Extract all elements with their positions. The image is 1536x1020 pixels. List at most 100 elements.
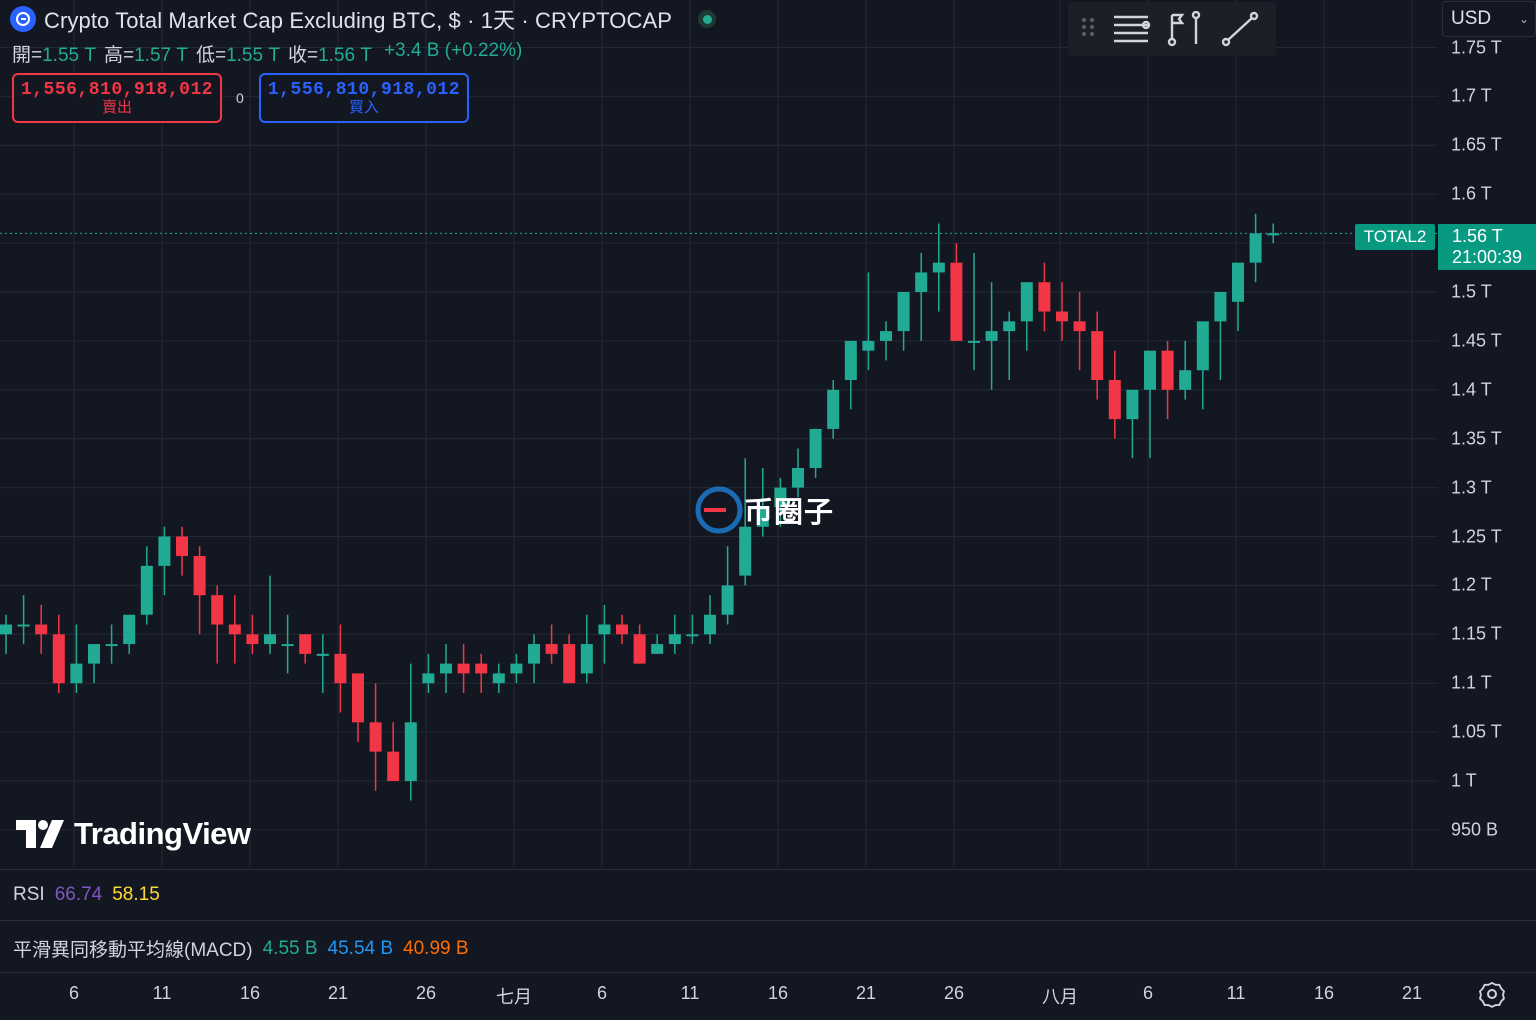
candle — [633, 624, 646, 664]
candle — [1056, 282, 1068, 341]
candle — [915, 252, 928, 341]
settings-gear-icon[interactable] — [1478, 980, 1506, 1008]
candle — [1038, 262, 1051, 332]
macd-legend[interactable]: 平滑異同移動平均線(MACD) 4.55 B 45.54 B 40.99 B — [13, 935, 469, 962]
rsi-legend[interactable]: RSI 66.74 58.15 — [13, 884, 160, 906]
buy-button[interactable]: 1,556,810,918,012 買入 — [259, 73, 469, 123]
candle-body — [862, 340, 875, 351]
price-scale-label: 1.5 T — [1451, 281, 1492, 302]
candle-body — [176, 536, 188, 557]
candle — [1214, 292, 1227, 381]
time-axis-label: 11 — [1226, 983, 1246, 1003]
candle — [545, 624, 558, 664]
symbol-label: TOTAL2 — [1355, 224, 1435, 250]
sell-button[interactable]: 1,556,810,918,012 賣出 — [12, 73, 222, 123]
candle — [387, 722, 400, 781]
candle-body — [1038, 282, 1051, 312]
candle — [968, 252, 980, 371]
spread-value: 0 — [236, 90, 244, 106]
watermark-logo-icon — [695, 486, 743, 534]
candle-body — [70, 663, 83, 684]
candle-body — [387, 751, 400, 781]
tradingview-logo[interactable]: TradingView — [16, 816, 251, 852]
candle-body — [809, 428, 822, 469]
candle — [140, 546, 153, 625]
candle-body — [299, 634, 312, 654]
sell-price: 1,556,810,918,012 — [20, 80, 214, 100]
price-scale-label: 1.7 T — [1451, 85, 1492, 106]
time-axis-label: 11 — [680, 983, 700, 1003]
long-position-icon[interactable] — [1164, 7, 1208, 51]
price-scale-label: 1.4 T — [1451, 379, 1492, 400]
buy-label: 買入 — [348, 99, 379, 116]
candle — [897, 292, 910, 351]
candle-body — [281, 644, 294, 647]
open-label: 開= — [12, 45, 43, 66]
candle-body — [510, 663, 523, 674]
price-scale-label: 950 B — [1451, 819, 1499, 840]
candle — [932, 223, 945, 312]
candle — [1144, 350, 1156, 459]
change-value: +3.4 B (+0.22%) — [383, 40, 523, 61]
object-tree-icon[interactable] — [1110, 7, 1154, 51]
time-axis-label: 16 — [767, 983, 789, 1003]
price-scale-label: 1.3 T — [1451, 477, 1492, 498]
candle-body — [1003, 321, 1016, 332]
time-axis-label: 21 — [855, 983, 877, 1003]
candle-body — [17, 624, 30, 627]
time-axis-label: 16 — [239, 983, 261, 1003]
price-scale-label: 1.45 T — [1451, 330, 1502, 351]
symbol-title[interactable]: Crypto Total Market Cap Excluding BTC, $… — [44, 3, 672, 35]
candle-body — [1108, 380, 1121, 420]
open-value: 1.55 T — [42, 45, 96, 66]
currency-select[interactable]: USD ⌄ — [1442, 1, 1536, 37]
time-axis-label: 八月 — [1042, 987, 1078, 1007]
candle-body — [985, 331, 998, 341]
candle — [1108, 350, 1121, 439]
price-scale-label: 1.75 T — [1451, 37, 1502, 57]
candle-body — [1056, 311, 1068, 322]
candle-body — [228, 624, 241, 635]
pane-separator[interactable] — [0, 920, 1536, 921]
macd-signal-value: 40.99 B — [403, 937, 469, 959]
candle-body — [105, 644, 118, 647]
candle — [211, 585, 224, 664]
grip-icon[interactable] — [1080, 15, 1100, 44]
ohlc-legend: 開=1.55 T 高=1.57 T 低=1.55 T 收=1.56 T +3.4… — [12, 40, 522, 67]
candle-body — [1144, 350, 1156, 390]
drawing-toolbar — [1068, 2, 1276, 56]
trend-line-icon[interactable] — [1218, 7, 1262, 51]
macd-name: 平滑異同移動平均線(MACD) — [13, 940, 253, 961]
candle — [1249, 213, 1262, 283]
candle-body — [704, 614, 716, 635]
candle-body — [1126, 389, 1139, 420]
candle-body — [651, 644, 664, 654]
candle-body — [880, 331, 892, 341]
candle — [1091, 311, 1104, 400]
tradingview-wordmark: TradingView — [74, 816, 251, 851]
candle-body — [915, 272, 928, 292]
candle-body — [598, 624, 611, 635]
candle-body — [563, 644, 576, 684]
candle-body — [0, 624, 12, 635]
low-value: 1.55 T — [226, 45, 280, 66]
close-label: 收= — [287, 45, 319, 66]
time-axis-label: 七月 — [496, 987, 532, 1007]
price-scale-label: 1.2 T — [1451, 574, 1492, 595]
candle-body — [968, 340, 980, 343]
candle — [35, 604, 48, 654]
price-scale-label: 1.05 T — [1451, 721, 1502, 742]
candle — [492, 663, 505, 693]
crypto-logo-icon — [10, 6, 36, 32]
macd-line-value: 45.54 B — [327, 937, 394, 959]
candle — [1267, 223, 1280, 244]
candle-body — [440, 663, 452, 674]
price-scale-label: 1.65 T — [1451, 134, 1502, 155]
pane-separator[interactable] — [0, 869, 1536, 870]
candle — [598, 604, 611, 664]
high-value: 1.57 T — [134, 45, 188, 66]
candle-body — [35, 624, 48, 635]
candle — [281, 614, 294, 674]
candle — [616, 614, 628, 645]
candle-body — [475, 663, 488, 674]
